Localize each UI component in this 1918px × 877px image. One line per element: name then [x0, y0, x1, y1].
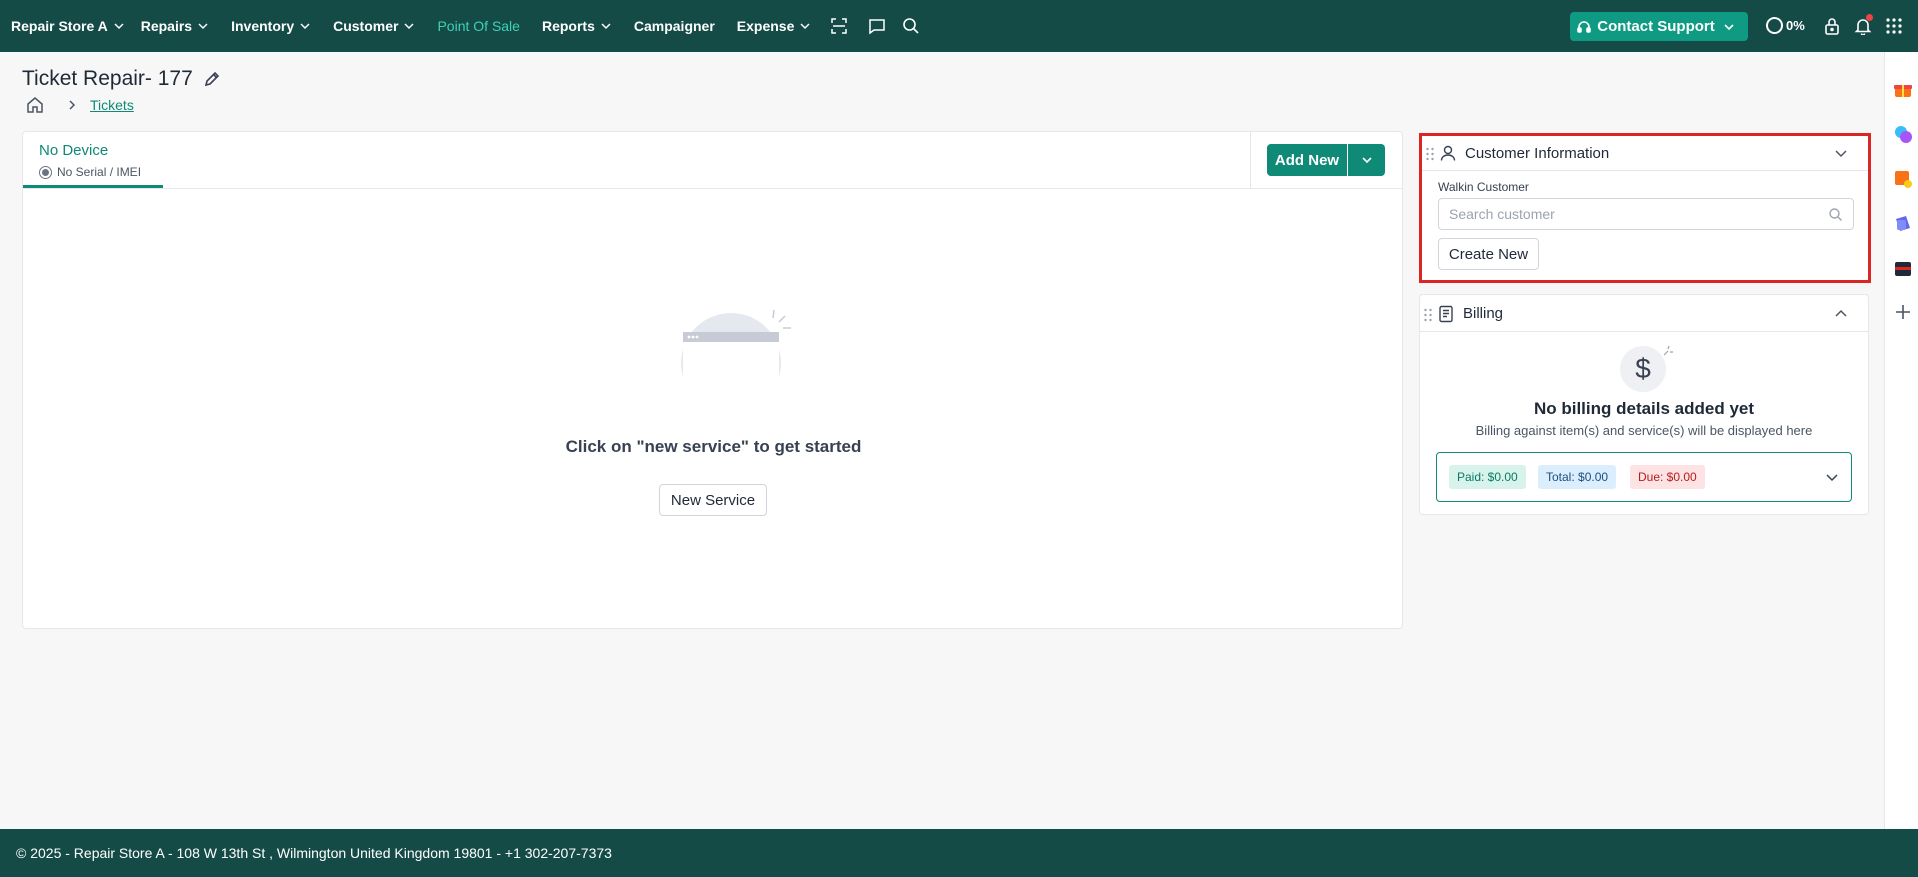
search-icon[interactable] — [901, 16, 921, 36]
nav-repairs-label: Repairs — [140, 18, 193, 34]
receipt-icon — [1439, 305, 1453, 323]
tag-icon[interactable] — [1893, 214, 1913, 234]
add-icon[interactable] — [1893, 302, 1913, 322]
contact-support-button[interactable]: Contact Support — [1570, 12, 1748, 41]
nav-reports-label: Reports — [541, 18, 595, 34]
chevron-down-icon[interactable] — [1834, 146, 1848, 160]
setup-progress[interactable]: 0% — [1766, 17, 1805, 34]
sparkle-icon — [1663, 345, 1673, 356]
nav-campaigner-label: Campaigner — [633, 18, 715, 34]
nav-pos-label: Point Of Sale — [437, 18, 520, 34]
chevron-down-icon — [300, 23, 310, 30]
chat-bubbles-icon[interactable] — [1893, 124, 1913, 144]
empty-state-title: Click on "new service" to get started — [565, 437, 862, 456]
chevron-down-icon — [404, 23, 414, 30]
top-navbar: Repair Store A Repairs Inventory Custome… — [0, 0, 1918, 52]
bell-icon[interactable] — [1853, 14, 1873, 36]
pencil-icon[interactable] — [203, 70, 221, 88]
nav-expense-label: Expense — [736, 18, 795, 34]
create-new-customer-button[interactable]: Create New — [1438, 238, 1539, 270]
notification-dot — [1866, 14, 1873, 21]
breadcrumb-tickets-link[interactable]: Tickets — [90, 97, 134, 113]
dollar-symbol: $ — [1635, 353, 1651, 384]
search-icon — [1829, 208, 1842, 221]
due-badge: Due: $0.00 — [1630, 465, 1705, 489]
device-tab[interactable]: No Device No Serial / IMEI — [23, 132, 163, 188]
drag-handle-icon[interactable] — [1425, 147, 1435, 161]
chevron-down-icon — [800, 23, 810, 30]
notes-icon[interactable] — [1893, 169, 1913, 189]
chevron-down-icon[interactable] — [1825, 470, 1839, 484]
billing-card: Billing $ No billing details added yet B… — [1419, 294, 1869, 515]
panel-divider — [23, 188, 1402, 189]
paid-badge: Paid: $0.00 — [1449, 465, 1526, 489]
home-icon[interactable] — [26, 96, 44, 114]
breadcrumb: Tickets — [26, 96, 134, 114]
empty-state-illustration-icon — [681, 309, 791, 416]
billing-empty-subtitle: Billing against item(s) and service(s) w… — [1475, 423, 1813, 438]
scan-icon[interactable] — [829, 16, 849, 36]
add-new-button[interactable]: Add New — [1267, 144, 1347, 176]
nav-inventory[interactable]: Inventory — [231, 18, 311, 34]
gift-icon[interactable] — [1893, 79, 1913, 99]
chat-icon[interactable] — [867, 16, 887, 36]
vertical-divider — [1250, 132, 1251, 188]
chevron-down-icon — [114, 23, 124, 30]
nav-repairs[interactable]: Repairs — [141, 18, 209, 34]
device-title: No Device — [39, 142, 109, 159]
radio-icon — [39, 165, 52, 179]
billing-card-header[interactable]: Billing — [1420, 295, 1868, 332]
customer-card-header[interactable]: Customer Information — [1422, 136, 1868, 171]
store-name: Repair Store A — [11, 18, 108, 34]
contact-support-label: Contact Support — [1597, 18, 1715, 35]
headset-icon — [1577, 20, 1592, 33]
walkin-customer-label: Walkin Customer — [1438, 180, 1529, 194]
user-icon — [1440, 145, 1456, 161]
chevron-down-icon — [1361, 157, 1372, 164]
chevron-down-icon — [198, 23, 208, 30]
store-selector[interactable]: Repair Store A — [11, 18, 125, 34]
billing-empty-title: No billing details added yet — [1533, 399, 1755, 418]
right-rail — [1884, 52, 1918, 829]
nav-campaigner[interactable]: Campaigner — [634, 18, 715, 34]
customer-search-input[interactable] — [1439, 199, 1819, 229]
customer-information-card: Customer Information Walkin Customer Cre… — [1419, 133, 1871, 283]
nav-inventory-label: Inventory — [231, 18, 295, 34]
card-icon[interactable] — [1893, 259, 1913, 279]
total-badge: Total: $0.00 — [1538, 465, 1617, 489]
lock-icon[interactable] — [1822, 16, 1842, 36]
device-serial: No Serial / IMEI — [39, 165, 141, 179]
progress-ring-icon — [1766, 17, 1783, 34]
nav-point-of-sale[interactable]: Point Of Sale — [437, 18, 520, 34]
new-service-button[interactable]: New Service — [659, 484, 767, 516]
customer-card-title: Customer Information — [1465, 145, 1610, 162]
device-serial-text: No Serial / IMEI — [57, 165, 142, 179]
chevron-up-icon[interactable] — [1834, 307, 1848, 321]
drag-handle-icon[interactable] — [1423, 308, 1433, 322]
apps-grid-icon[interactable] — [1884, 16, 1904, 36]
dollar-icon: $ — [1620, 346, 1666, 392]
chevron-right-icon — [69, 100, 76, 110]
nav-customer[interactable]: Customer — [333, 18, 415, 34]
services-panel: No Device No Serial / IMEI Add New Click… — [22, 131, 1403, 629]
nav-expense[interactable]: Expense — [737, 18, 812, 34]
progress-value: 0% — [1786, 18, 1805, 33]
nav-customer-label: Customer — [333, 18, 399, 34]
billing-card-title: Billing — [1463, 305, 1504, 322]
chevron-down-icon — [601, 23, 611, 30]
page-title-text: Ticket Repair- 177 — [22, 67, 193, 90]
billing-summary[interactable]: Paid: $0.00 Total: $0.00 Due: $0.00 — [1436, 452, 1852, 502]
nav-reports[interactable]: Reports — [542, 18, 612, 34]
chevron-down-icon — [1724, 23, 1734, 30]
page-title: Ticket Repair- 177 — [22, 67, 221, 91]
footer: © 2025 - Repair Store A - 108 W 13th St … — [0, 829, 1918, 877]
customer-search-field[interactable] — [1438, 198, 1854, 230]
add-new-dropdown-button[interactable] — [1348, 144, 1385, 176]
footer-text: © 2025 - Repair Store A - 108 W 13th St … — [16, 845, 612, 861]
